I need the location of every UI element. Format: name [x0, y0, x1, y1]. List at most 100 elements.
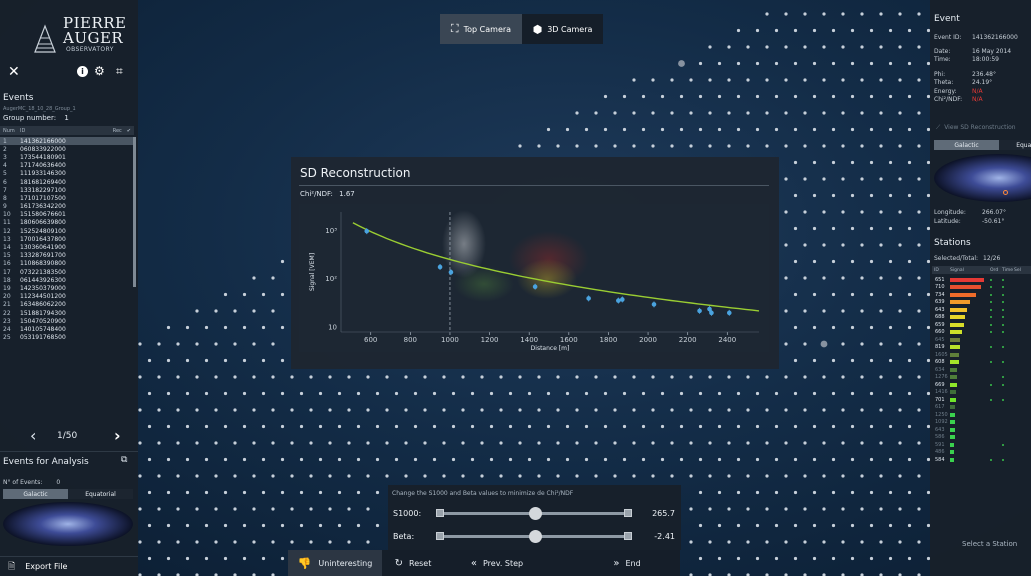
events-scrollbar[interactable] — [133, 137, 136, 287]
y-tick-label: 10 — [328, 323, 337, 331]
event-row[interactable]: 20 112344501200 — [0, 293, 133, 301]
detector-station — [147, 391, 152, 396]
event-row[interactable]: 21 163486062200 — [0, 301, 133, 309]
station-row[interactable]: 659 — [932, 321, 1031, 329]
detector-station — [850, 94, 855, 99]
s1000-increase-button[interactable] — [624, 509, 632, 517]
close-icon[interactable]: ✕ — [8, 64, 20, 80]
station-row[interactable]: 645 — [932, 336, 1031, 344]
event-row[interactable]: 18 061443926300 — [0, 276, 133, 284]
s1000-slider-knob[interactable] — [528, 507, 542, 520]
event-row[interactable]: 8 171017107500 — [0, 194, 133, 202]
station-row[interactable]: 1276 — [932, 374, 1031, 382]
tab-galactic-right[interactable]: Galactic — [934, 140, 999, 150]
stations-list[interactable]: 651 710 734 639 643 688 659 660 645 819 1605 608 634… — [932, 276, 1031, 516]
event-row[interactable]: 10 151580676601 — [0, 211, 133, 219]
station-row[interactable]: 639 — [932, 299, 1031, 307]
station-row[interactable]: 819 — [932, 344, 1031, 352]
crosshair-icon[interactable]: ⌗ — [116, 64, 123, 79]
x-tick-label: 1200 — [481, 336, 499, 344]
event-row[interactable]: 23 150470520900 — [0, 317, 133, 325]
station-row[interactable]: 669 — [932, 381, 1031, 389]
detector-station — [670, 111, 674, 115]
tab-galactic[interactable]: Galactic — [3, 489, 68, 499]
detector-station — [793, 292, 798, 297]
tab-equatorial-right[interactable]: Equatorial — [999, 140, 1031, 150]
s1000-decrease-button[interactable] — [436, 509, 444, 517]
detector-station — [508, 457, 513, 462]
station-row[interactable]: 701 — [932, 396, 1031, 404]
station-row[interactable]: 643 — [932, 426, 1031, 434]
event-row[interactable]: 24 140105748400 — [0, 325, 133, 333]
event-row[interactable]: 15 133287691700 — [0, 252, 133, 260]
event-row[interactable]: 3 173544180901 — [0, 153, 133, 161]
station-row[interactable]: 660 — [932, 329, 1031, 337]
event-row[interactable]: 11 180606639800 — [0, 219, 133, 227]
station-row[interactable]: 1250 — [932, 411, 1031, 419]
detector-station — [508, 424, 513, 429]
station-row[interactable]: 734 — [932, 291, 1031, 299]
station-row[interactable]: 1092 — [932, 419, 1031, 427]
detector-station — [157, 474, 161, 478]
station-row[interactable]: 486 — [932, 449, 1031, 457]
event-row[interactable]: 13 170016437800 — [0, 235, 133, 243]
x-tick-label: 1800 — [600, 336, 618, 344]
beta-slider-knob[interactable] — [528, 530, 542, 543]
info-icon[interactable]: i — [77, 66, 88, 77]
events-list[interactable]: 1 141362166000 2 060833922000 3 173544180901 4… — [0, 137, 133, 424]
event-row[interactable]: 7 133182297100 — [0, 186, 133, 194]
logo-emblem-icon — [34, 24, 56, 53]
reset-button[interactable]: ↻ Reset — [387, 550, 439, 576]
event-row[interactable]: 22 151881794300 — [0, 309, 133, 317]
event-row[interactable]: 9 161736342200 — [0, 203, 133, 211]
detector-station — [765, 408, 769, 412]
detector-station — [366, 540, 370, 544]
station-row[interactable]: 591 — [932, 441, 1031, 449]
open-external-icon[interactable]: ⧉ — [121, 455, 127, 465]
event-row[interactable]: 25 053191768500 — [0, 334, 133, 342]
station-row[interactable]: 586 — [932, 434, 1031, 442]
gear-icon[interactable]: ⚙ — [94, 64, 105, 78]
station-row[interactable]: 634 — [932, 366, 1031, 374]
prev-page-icon[interactable]: ‹ — [30, 426, 36, 445]
station-row[interactable]: 710 — [932, 284, 1031, 292]
station-row[interactable]: 1416 — [932, 389, 1031, 397]
station-row[interactable]: 608 — [932, 359, 1031, 367]
detector-station — [736, 490, 741, 495]
detector-station — [518, 408, 522, 412]
station-row[interactable]: 688 — [932, 314, 1031, 322]
event-row[interactable]: 5 111933146300 — [0, 170, 133, 178]
station-row[interactable]: 1605 — [932, 351, 1031, 359]
station-row[interactable]: 651 — [932, 276, 1031, 284]
station-row[interactable]: 584 — [932, 456, 1031, 464]
export-file-button[interactable]: 🗎 Export File — [0, 556, 138, 576]
view-sd-link[interactable]: ⟋ View SD Reconstruction — [936, 124, 1016, 132]
beta-increase-button[interactable] — [624, 532, 632, 540]
event-row[interactable]: 2 060833922000 — [0, 145, 133, 153]
3d-camera-button[interactable]: ⬢ 3D Camera — [522, 14, 603, 44]
event-row[interactable]: 4 171740636400 — [0, 162, 133, 170]
detector-station — [518, 474, 522, 478]
event-row[interactable]: 12 152524809100 — [0, 227, 133, 235]
event-row[interactable]: 16 110868390800 — [0, 260, 133, 268]
detector-station — [755, 28, 760, 33]
station-row[interactable]: 617 — [932, 404, 1031, 412]
end-button[interactable]: » End — [597, 550, 657, 576]
tab-equatorial[interactable]: Equatorial — [68, 489, 133, 499]
event-row[interactable]: 14 130360641900 — [0, 243, 133, 251]
detector-station — [299, 424, 304, 429]
detector-station — [850, 61, 855, 66]
event-row[interactable]: 6 181681269400 — [0, 178, 133, 186]
top-camera-button[interactable]: ⛶ Top Camera — [440, 14, 522, 44]
uninteresting-button[interactable]: 👎 Uninteresting — [288, 550, 382, 576]
detector-station — [594, 441, 598, 445]
prev-step-button[interactable]: « Prev. Step — [457, 550, 537, 576]
event-row[interactable]: 1 141362166000 — [0, 137, 133, 146]
event-row[interactable]: 19 142350379000 — [0, 284, 133, 292]
next-page-icon[interactable]: › — [114, 426, 121, 445]
event-row[interactable]: 17 073221383500 — [0, 268, 133, 276]
detector-station — [252, 474, 256, 478]
station-row[interactable]: 643 — [932, 306, 1031, 314]
beta-decrease-button[interactable] — [436, 532, 444, 540]
detector-station — [499, 408, 503, 412]
